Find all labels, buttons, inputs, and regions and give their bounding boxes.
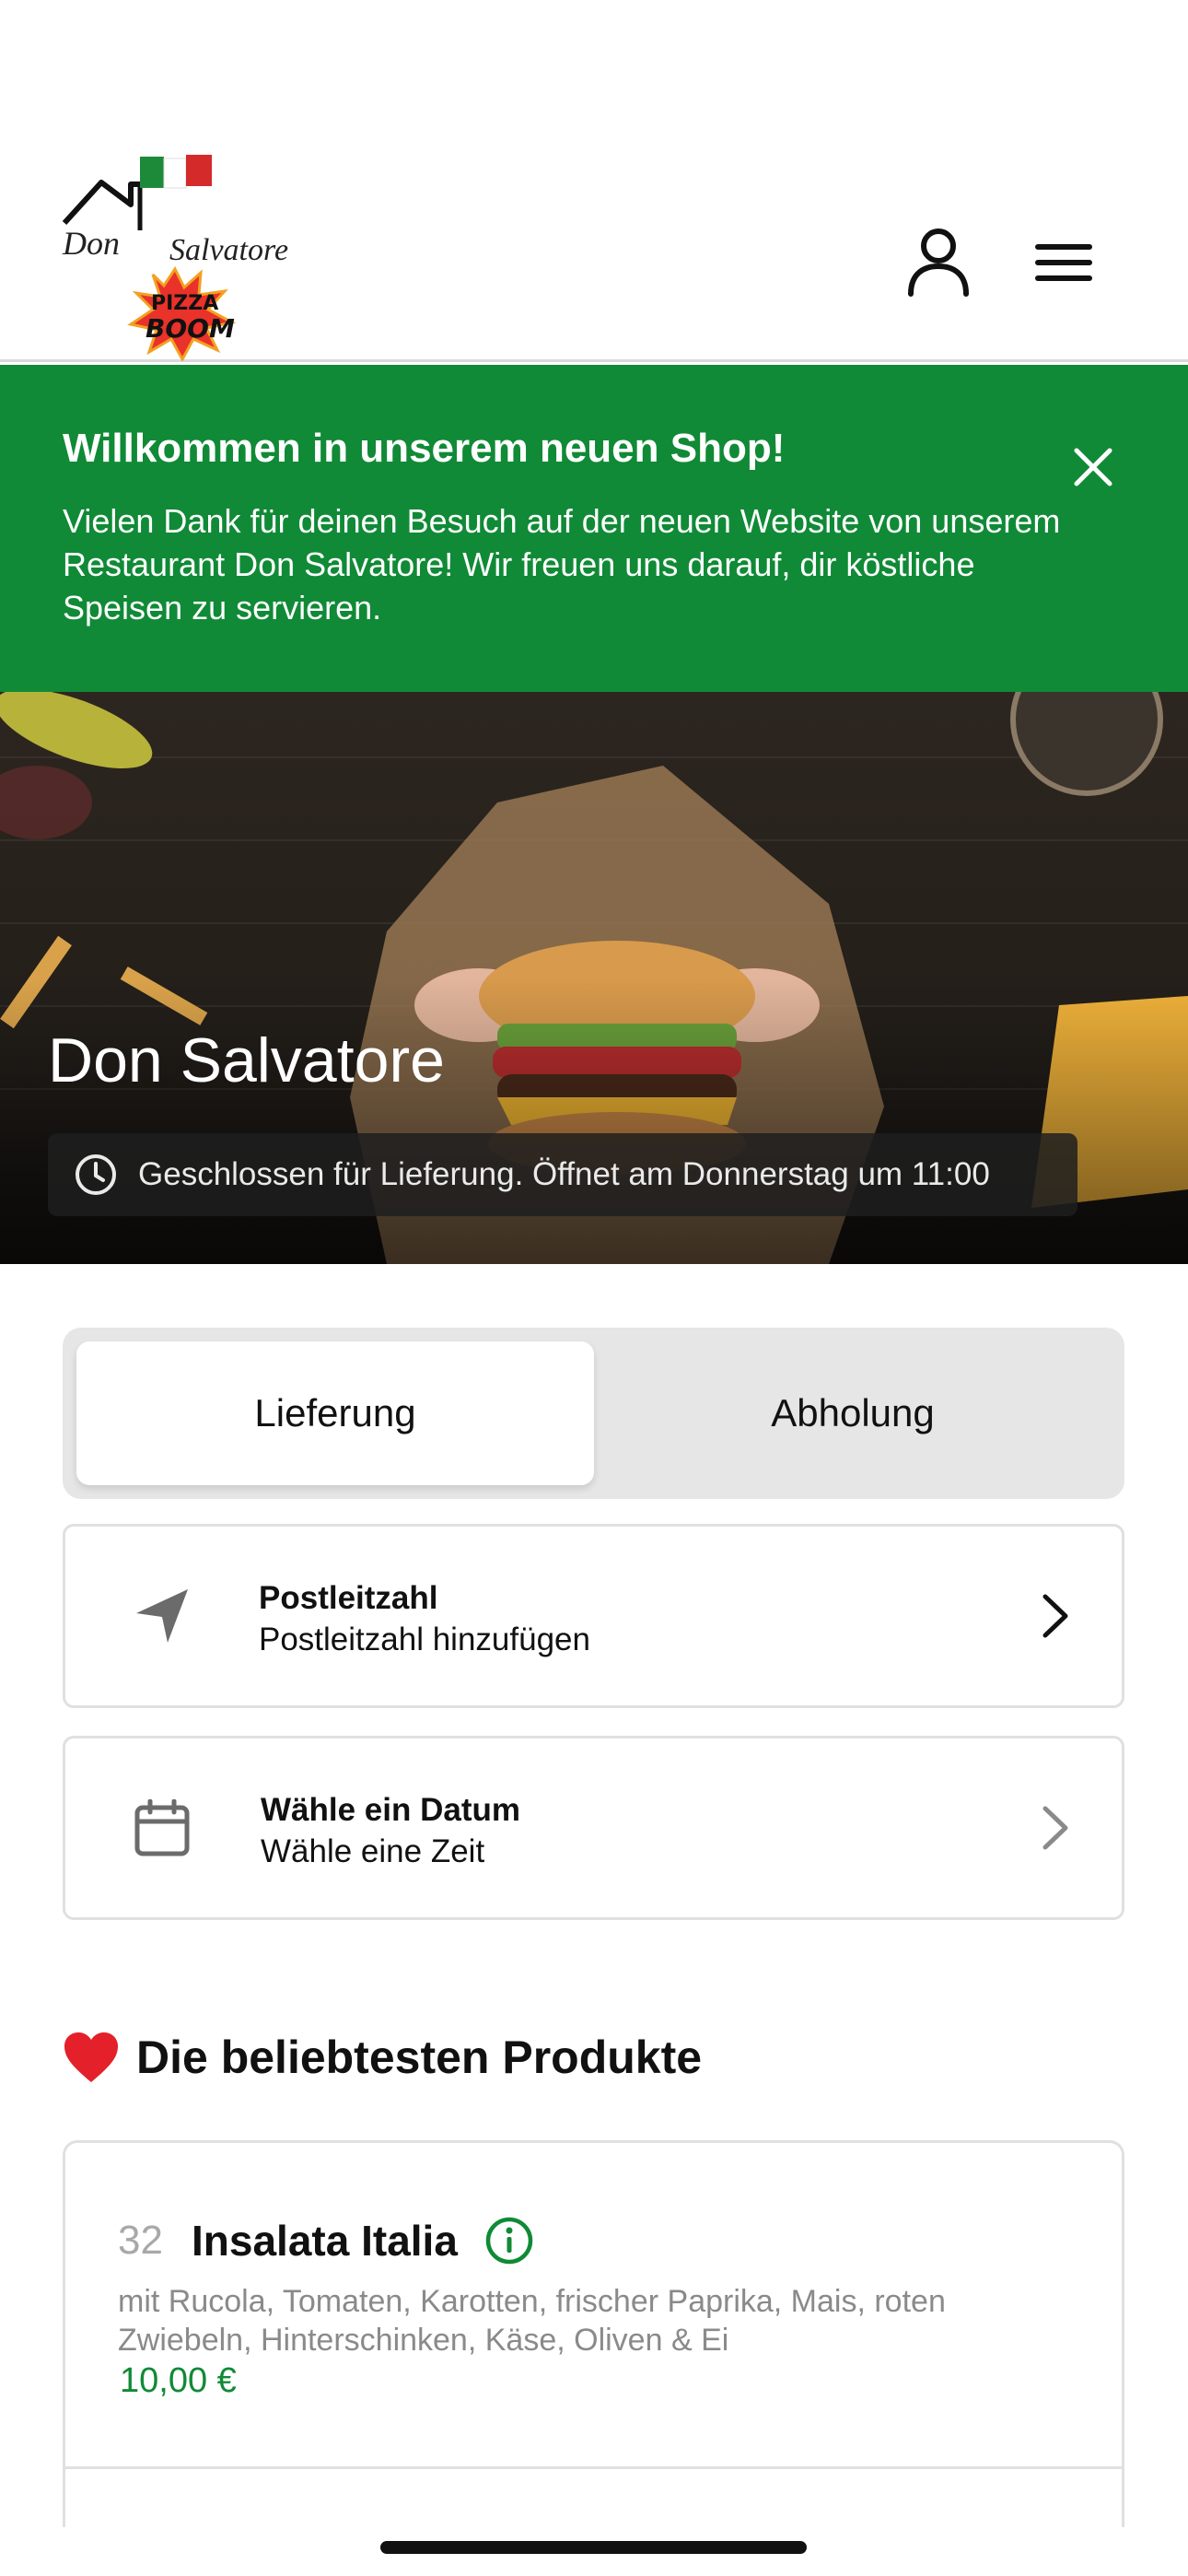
date-title: Wähle ein Datum [261,1792,520,1828]
restaurant-name: Don Salvatore [48,1025,445,1095]
chevron-right-icon [1023,1584,1088,1648]
hamburger-menu-icon[interactable] [1022,221,1105,304]
banner-title: Willkommen in unserem neuen Shop! [63,426,786,471]
opening-status-text: Geschlossen für Lieferung. Öffnet am Don… [138,1156,990,1192]
restaurant-logo[interactable]: Don Salvatore PIZZA BOOM [61,147,300,363]
opening-status-badge: Geschlossen für Lieferung. Öffnet am Don… [48,1133,1077,1216]
tab-lieferung[interactable]: Lieferung [76,1341,594,1485]
postal-subtitle: Postleitzahl hinzufügen [259,1622,590,1657]
user-icon[interactable] [897,221,980,304]
date-subtitle: Wähle eine Zeit [261,1833,485,1869]
product-divider [65,2466,1122,2469]
postal-code-selector[interactable]: Postleitzahl Postleitzahl hinzufügen [63,1524,1124,1708]
svg-text:Don: Don [62,225,120,262]
heart-icon [63,2031,120,2084]
product-number: 32 [118,2218,163,2263]
postal-title: Postleitzahl [259,1580,438,1616]
info-icon[interactable] [484,2216,534,2266]
product-name: Insalata Italia [192,2217,458,2265]
banner-message: Vielen Dank für deinen Besuch auf der ne… [63,502,1061,626]
clock-icon [74,1153,118,1197]
svg-text:Salvatore: Salvatore [169,233,288,267]
product-description: mit Rucola, Tomaten, Karotten, frischer … [118,2284,946,2358]
tab-abholung[interactable]: Abholung [594,1341,1112,1485]
popular-products-heading: Die beliebtesten Produkte [63,2031,702,2084]
chevron-right-icon [1023,1796,1088,1860]
location-arrow-icon [130,1584,194,1648]
home-indicator [380,2541,807,2554]
close-icon[interactable] [1061,435,1125,499]
svg-text:PIZZA: PIZZA [151,292,218,315]
date-time-selector[interactable]: Wähle ein Datum Wähle eine Zeit [63,1736,1124,1920]
calendar-icon [130,1796,194,1860]
popular-products-title: Die beliebtesten Produkte [136,2032,703,2083]
product-price: 10,00 € [120,2361,237,2400]
svg-text:BOOM: BOOM [146,313,235,344]
